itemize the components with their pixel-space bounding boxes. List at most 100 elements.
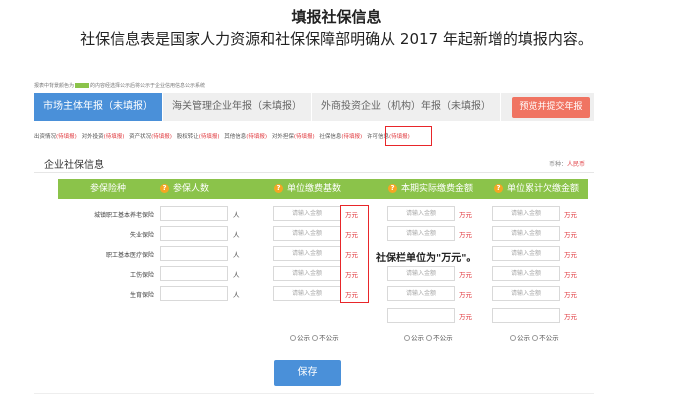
- person-unit: 人: [233, 271, 240, 279]
- table-row: 工伤保险 人 请输入金额 万元 请输入金额 万元 请输入金额 万元: [0, 265, 673, 283]
- actual-paid-input[interactable]: 请输入金额: [387, 226, 455, 241]
- header-actual-paid: ? 本期实际缴费金额: [388, 179, 473, 199]
- section-nav: 出资情况(待填报) 对外投资(待填报) 资产状况(待填报) 股权转让(待填报) …: [34, 132, 413, 140]
- actual-paid-input[interactable]: 请输入金额: [387, 206, 455, 221]
- radio-private[interactable]: 不公示: [426, 334, 453, 342]
- currency-hint: 币种：人民币: [548, 161, 585, 168]
- tab-customs[interactable]: 海关管理企业年报（未填报）: [163, 93, 312, 121]
- row-label: 工伤保险: [129, 272, 154, 279]
- arrears-input[interactable]: 请输入金额: [492, 206, 560, 221]
- radio-circle-icon: [312, 335, 319, 341]
- social-security-highlight: [385, 126, 432, 146]
- subnav-item-assets[interactable]: 资产状况(待填报): [129, 134, 172, 140]
- money-unit: 万元: [459, 211, 472, 219]
- panel-title: 企业社保信息: [44, 160, 104, 171]
- report-tabs: 市场主体年报（未填报） 海关管理企业年报（未填报） 外商投资企业（机构）年报（未…: [34, 93, 594, 121]
- radio-public[interactable]: 公示: [510, 334, 530, 342]
- money-unit: 万元: [564, 271, 577, 279]
- person-unit: 人: [233, 291, 240, 299]
- divider: [34, 393, 594, 394]
- radio-public[interactable]: 公示: [290, 334, 310, 342]
- actual-paid-input[interactable]: 请输入金额: [387, 286, 455, 301]
- radio-private[interactable]: 不公示: [312, 334, 339, 342]
- person-unit: 人: [233, 251, 240, 259]
- table-header: 参保险种 ? 参保人数 ? 单位缴费基数 ? 本期实际缴费金额 ? 单位累计欠缴金额: [58, 179, 588, 199]
- radio-circle-icon: [532, 335, 539, 341]
- radio-circle-icon: [510, 335, 516, 341]
- money-unit: 万元: [564, 231, 577, 239]
- table-row: 职工基本医疗保险 人 请输入金额 万元 请输入金额 万元: [0, 245, 673, 263]
- header-arrears: ? 单位累计欠缴金额: [494, 179, 579, 199]
- question-icon[interactable]: ?: [160, 184, 169, 193]
- actual-paid-total-input[interactable]: [387, 308, 455, 323]
- unit-callout: 社保栏单位为"万元"。: [376, 249, 477, 264]
- insured-count-input[interactable]: [160, 266, 228, 281]
- row-label: 城镇职工基本养老保险: [93, 212, 154, 219]
- contribution-base-input[interactable]: 请输入金额: [273, 246, 341, 261]
- money-unit: 万元: [459, 291, 472, 299]
- arrears-input[interactable]: 请输入金额: [492, 246, 560, 261]
- radio-circle-icon: [404, 335, 410, 341]
- arrears-input[interactable]: 请输入金额: [492, 226, 560, 241]
- publish-choice-base: 公示 不公示: [290, 332, 339, 342]
- money-unit: 万元: [564, 291, 577, 299]
- money-unit: 万元: [564, 251, 577, 259]
- insured-count-input[interactable]: [160, 246, 228, 261]
- unit-highlight-box: [340, 205, 369, 303]
- money-unit: 万元: [459, 271, 472, 279]
- radio-public[interactable]: 公示: [404, 334, 424, 342]
- save-button[interactable]: 保存: [274, 360, 341, 386]
- subnav-item-capital[interactable]: 出资情况(待填报): [34, 134, 77, 140]
- subnav-item-social-security[interactable]: 社保信息(待填报): [319, 134, 362, 140]
- radio-circle-icon: [290, 335, 296, 341]
- tab-market-entity[interactable]: 市场主体年报（未填报）: [34, 93, 163, 121]
- subnav-item-other[interactable]: 其他信息(待填报): [224, 134, 267, 140]
- radio-circle-icon: [426, 335, 433, 341]
- money-unit: 万元: [459, 313, 472, 321]
- preview-submit-button[interactable]: 预览并提交年报: [512, 97, 590, 118]
- page-subtitle: 社保信息表是国家人力资源和社保保障部明确从 2017 年起新增的填报内容。: [80, 30, 593, 48]
- divider: [34, 172, 594, 173]
- header-insurance-type: 参保险种: [90, 184, 127, 194]
- tab-foreign-investment[interactable]: 外商投资企业（机构）年报（未填报）: [312, 93, 501, 121]
- insured-count-input[interactable]: [160, 206, 228, 221]
- money-unit: 万元: [459, 231, 472, 239]
- money-unit: 万元: [564, 211, 577, 219]
- question-icon[interactable]: ?: [274, 184, 283, 193]
- contribution-base-input[interactable]: 请输入金额: [273, 206, 341, 221]
- legend-note: 报表中背景颜色为 的内容经选择公示后将公示于企业信用信息公示系统: [34, 82, 205, 89]
- actual-paid-input[interactable]: 请输入金额: [387, 266, 455, 281]
- person-unit: 人: [233, 211, 240, 219]
- arrears-input[interactable]: 请输入金额: [492, 286, 560, 301]
- green-swatch: [75, 83, 90, 88]
- page-title: 填报社保信息: [291, 8, 382, 26]
- contribution-base-input[interactable]: 请输入金额: [273, 266, 341, 281]
- question-icon[interactable]: ?: [388, 184, 397, 193]
- table-row: 城镇职工基本养老保险 人 请输入金额 万元 请输入金额 万元 请输入金额 万元: [0, 205, 673, 223]
- publish-choice-arrears: 公示 不公示: [510, 332, 559, 342]
- insured-count-input[interactable]: [160, 286, 228, 301]
- contribution-base-input[interactable]: 请输入金额: [273, 286, 341, 301]
- row-label: 失业保险: [129, 232, 154, 239]
- table-row: 失业保险 人 请输入金额 万元 请输入金额 万元 请输入金额 万元: [0, 225, 673, 243]
- row-label: 职工基本医疗保险: [105, 252, 154, 259]
- legend-note-before: 报表中背景颜色为: [34, 83, 75, 89]
- row-label: 生育保险: [129, 292, 154, 299]
- header-insured-count: ? 参保人数: [160, 179, 209, 199]
- question-icon[interactable]: ?: [494, 184, 503, 193]
- subnav-item-guarantee[interactable]: 对外担保(待填报): [272, 134, 315, 140]
- legend-note-after: 的内容经选择公示后将公示于企业信用信息公示系统: [90, 83, 206, 89]
- table-row-total: 万元 万元: [0, 307, 673, 325]
- table-row: 生育保险 人 请输入金额 万元 请输入金额 万元 请输入金额 万元: [0, 285, 673, 303]
- subnav-item-equity[interactable]: 股权转让(待填报): [177, 134, 220, 140]
- arrears-input[interactable]: 请输入金额: [492, 266, 560, 281]
- insured-count-input[interactable]: [160, 226, 228, 241]
- header-contribution-base: ? 单位缴费基数: [274, 179, 341, 199]
- contribution-base-input[interactable]: 请输入金额: [273, 226, 341, 241]
- subnav-item-investment[interactable]: 对外投资(待填报): [82, 134, 125, 140]
- radio-private[interactable]: 不公示: [532, 334, 559, 342]
- publish-choice-paid: 公示 不公示: [404, 332, 453, 342]
- person-unit: 人: [233, 231, 240, 239]
- money-unit: 万元: [564, 313, 577, 321]
- arrears-total-input[interactable]: [492, 308, 560, 323]
